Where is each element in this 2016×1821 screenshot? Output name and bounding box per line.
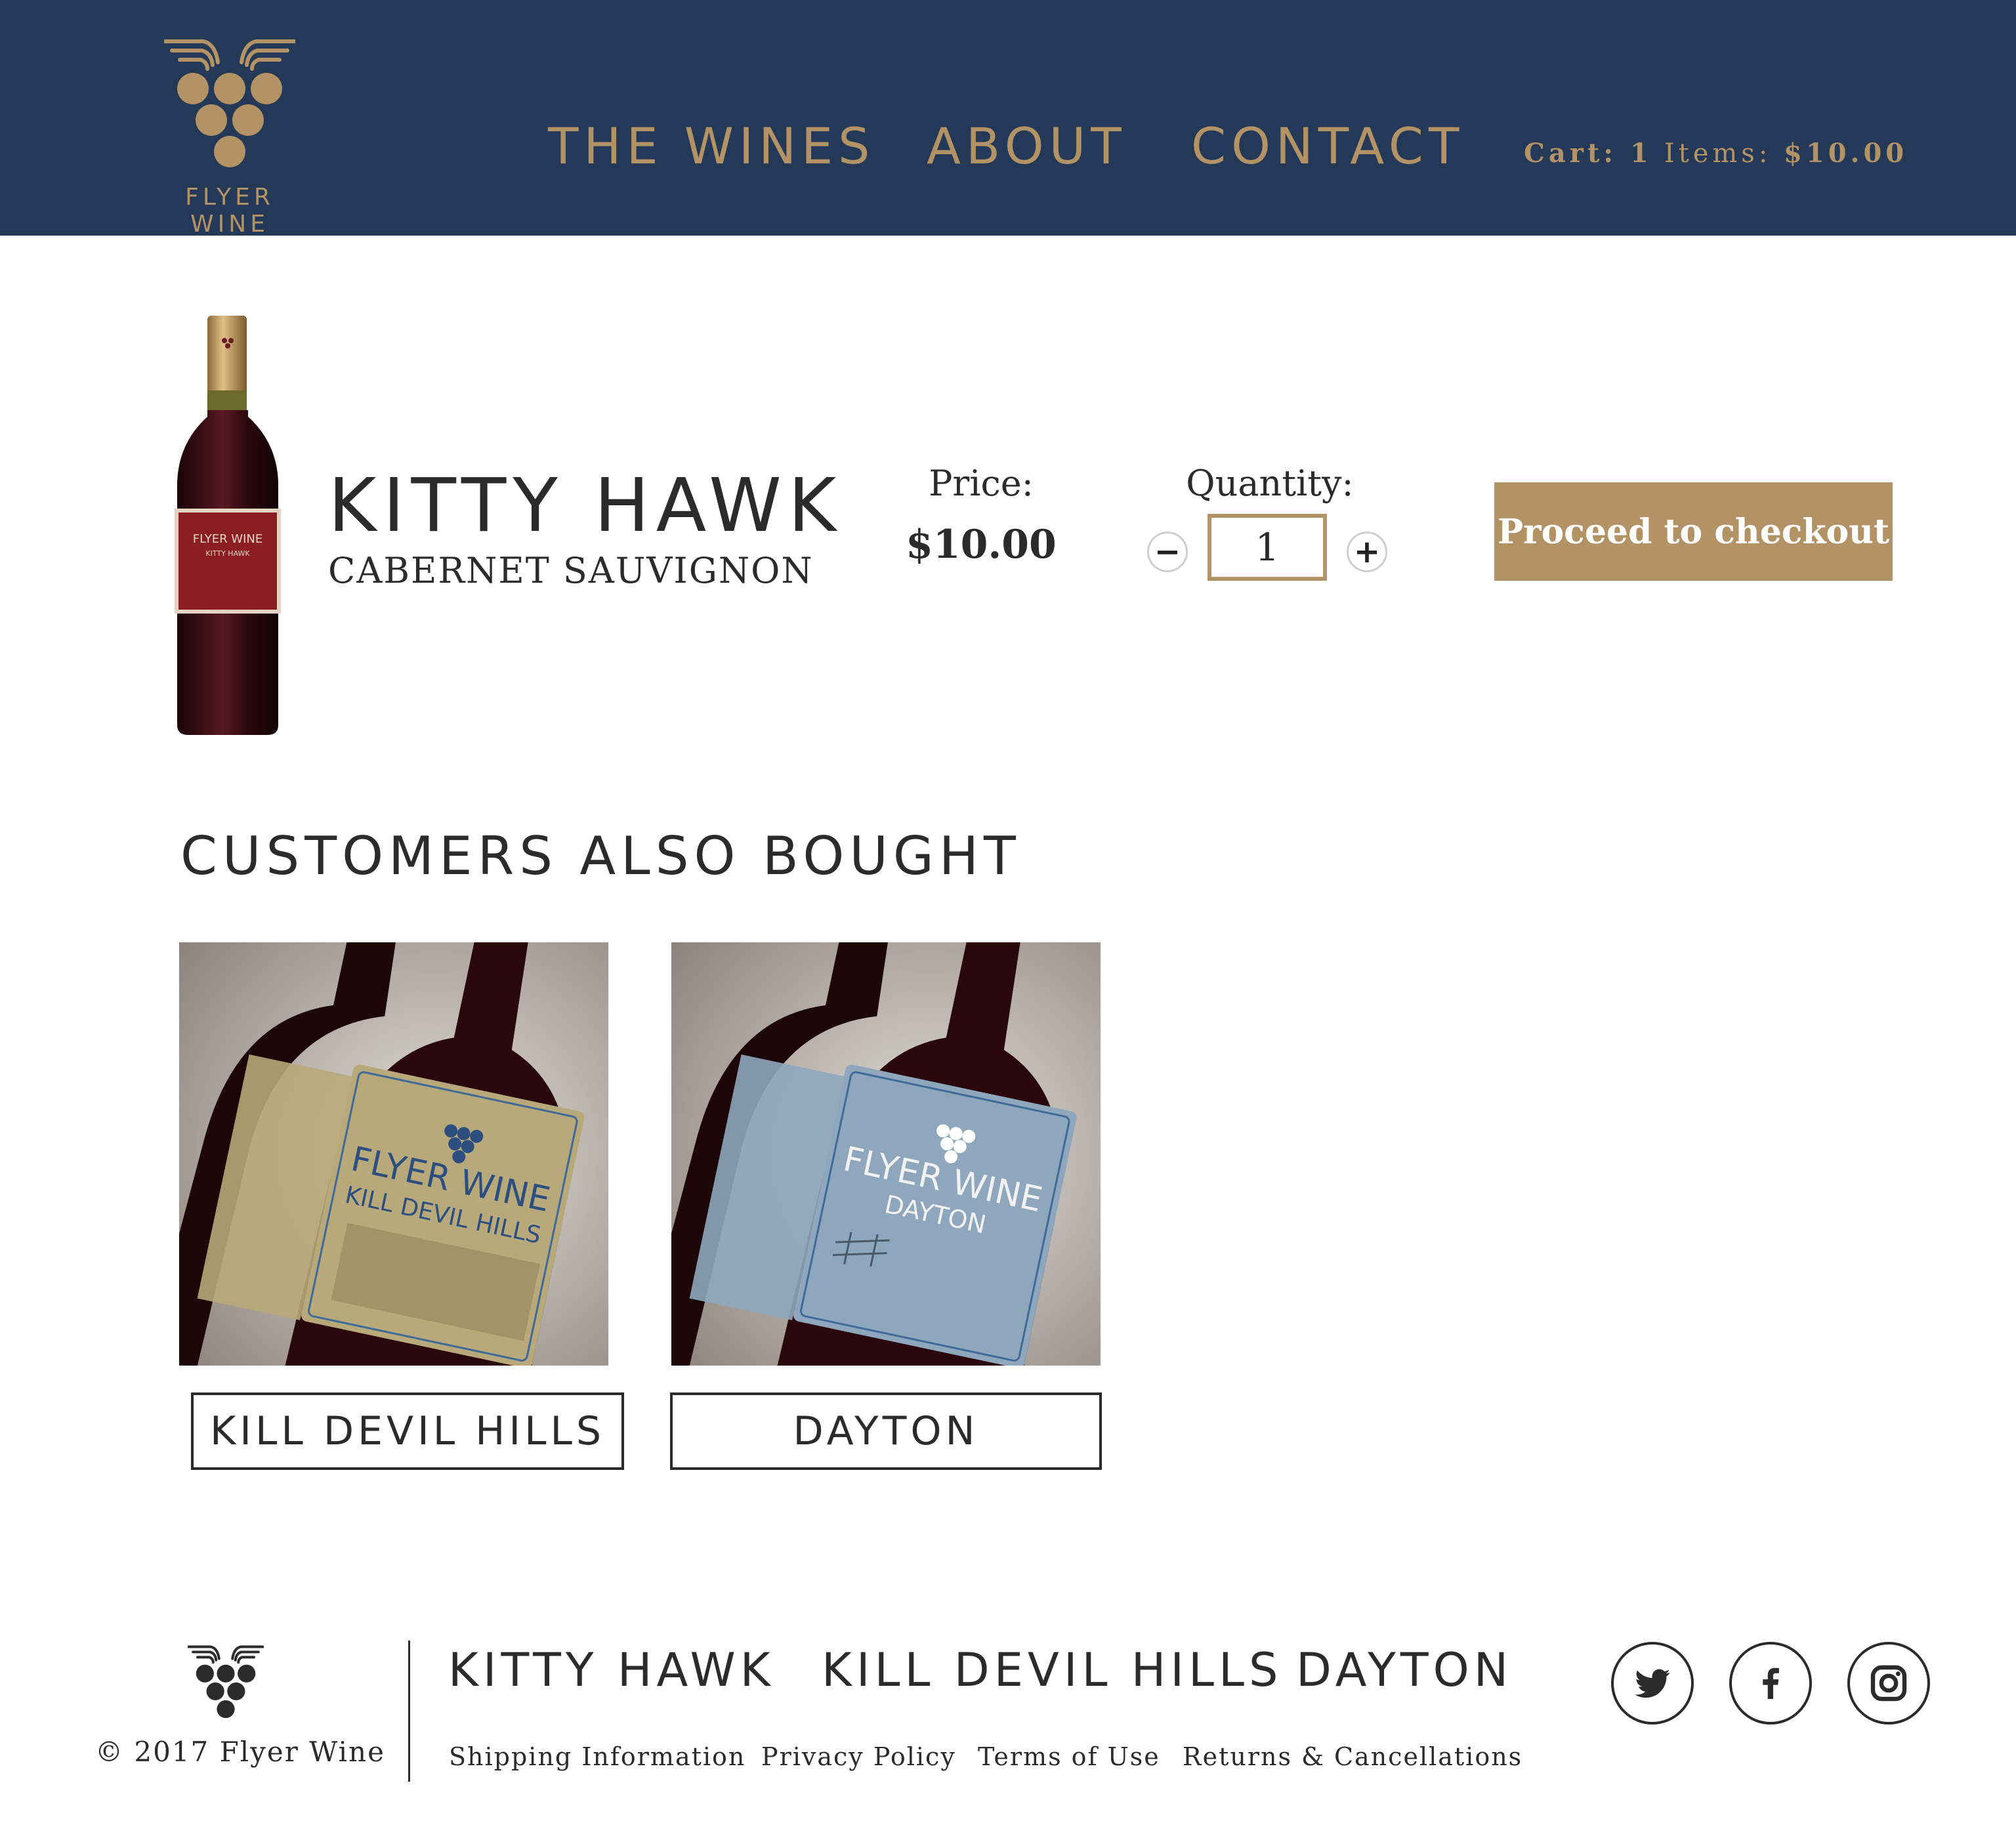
footer-divider bbox=[408, 1641, 410, 1782]
facebook-icon bbox=[1763, 1667, 1779, 1699]
also-bought-image-dayton[interactable]: FLYER WINE DAYTON bbox=[671, 942, 1101, 1366]
price-value: $10.00 bbox=[906, 522, 1057, 568]
quantity-increment-button[interactable]: + bbox=[1347, 532, 1387, 572]
cart-total: $10.00 bbox=[1784, 138, 1908, 169]
product-varietal: CABERNET SAUVIGNON bbox=[328, 550, 814, 591]
twitter-icon bbox=[1635, 1669, 1670, 1698]
product-bottle-image: FLYER WINE KITTY HAWK bbox=[172, 312, 284, 738]
also-bought-kill-devil-hills-button[interactable]: KILL DEVIL HILLS bbox=[191, 1392, 624, 1470]
bottle-label-wine: KITTY HAWK bbox=[205, 549, 250, 558]
grape-wings-icon bbox=[164, 39, 295, 167]
quantity-decrement-button[interactable]: − bbox=[1147, 532, 1188, 572]
flyer-wine-logo[interactable]: FLYER WINE bbox=[144, 36, 315, 238]
grape-wings-icon bbox=[187, 1645, 264, 1719]
site-header: FLYER WINE THE WINES ABOUT CONTACT Cart:… bbox=[0, 0, 2016, 238]
facebook-button[interactable] bbox=[1729, 1642, 1812, 1725]
bottle-label-brand: FLYER WINE bbox=[193, 532, 263, 546]
footer-link-terms[interactable]: Terms of Use bbox=[978, 1742, 1160, 1771]
footer-nav-kill-devil-hills[interactable]: KILL DEVIL HILLS bbox=[822, 1647, 1282, 1693]
nav-contact[interactable]: CONTACT bbox=[1191, 121, 1464, 171]
also-bought-heading: CUSTOMERS ALSO BOUGHT bbox=[180, 826, 1021, 887]
product-title: KITTY HAWK bbox=[328, 463, 843, 549]
footer-link-returns[interactable]: Returns & Cancellations bbox=[1183, 1742, 1522, 1771]
twitter-button[interactable] bbox=[1611, 1642, 1694, 1725]
instagram-icon bbox=[1870, 1665, 1907, 1702]
quantity-label: Quantity: bbox=[1186, 463, 1354, 504]
footer-link-privacy[interactable]: Privacy Policy bbox=[761, 1742, 956, 1771]
proceed-to-checkout-button[interactable]: Proceed to checkout bbox=[1494, 482, 1893, 581]
also-bought-image-kill-devil-hills[interactable]: FLYER WINE KILL DEVIL HILLS bbox=[179, 942, 608, 1366]
footer-nav-kitty-hawk[interactable]: KITTY HAWK bbox=[448, 1647, 775, 1693]
copyright-text: © 2017 Flyer Wine bbox=[95, 1736, 385, 1768]
footer-link-shipping[interactable]: Shipping Information bbox=[449, 1742, 746, 1771]
instagram-button[interactable] bbox=[1847, 1642, 1930, 1725]
footer-nav-dayton[interactable]: DAYTON bbox=[1296, 1647, 1513, 1693]
nav-about[interactable]: ABOUT bbox=[927, 121, 1127, 171]
quantity-input[interactable] bbox=[1208, 514, 1327, 581]
logo-text: FLYER WINE bbox=[185, 184, 274, 238]
items-label: Items: bbox=[1664, 138, 1772, 169]
cart-summary[interactable]: Cart: 1 Items: $10.00 bbox=[1524, 138, 1908, 169]
footer-logo[interactable] bbox=[187, 1644, 264, 1720]
cart-count: Cart: 1 bbox=[1524, 138, 1652, 169]
nav-the-wines[interactable]: THE WINES bbox=[548, 121, 875, 171]
price-label: Price: bbox=[929, 463, 1034, 504]
also-bought-dayton-button[interactable]: DAYTON bbox=[670, 1392, 1102, 1470]
